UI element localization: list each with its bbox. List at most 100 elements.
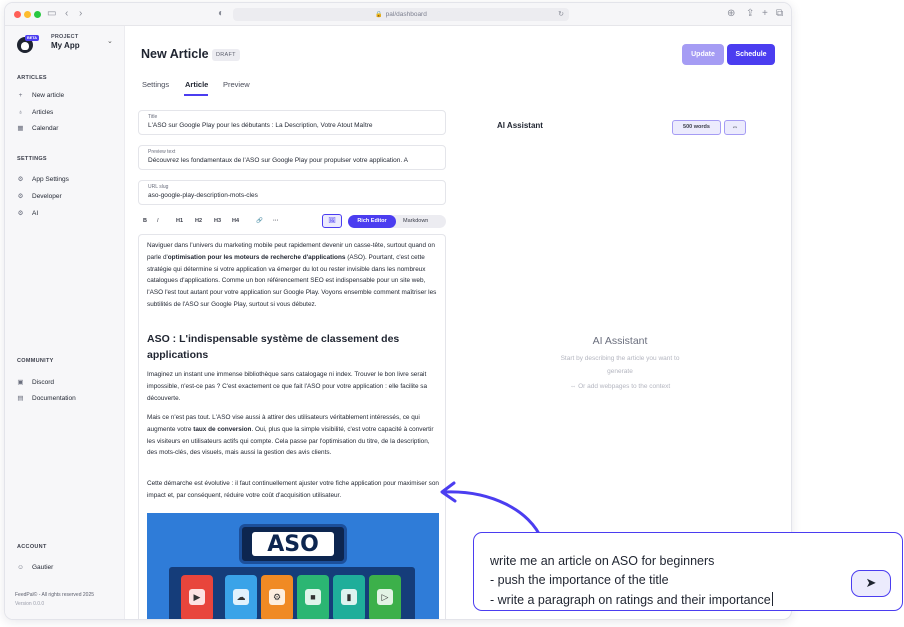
tab-article[interactable]: Article bbox=[185, 80, 208, 89]
lock-icon: 🔒 bbox=[375, 12, 383, 18]
editor-mode-toggle[interactable]: Rich Editor Markdown bbox=[348, 215, 446, 228]
bulb-icon: ♁ bbox=[18, 108, 23, 116]
address-bar[interactable]: 🔒 pal/dashboard ↻ bbox=[233, 8, 569, 21]
maximize-window-button[interactable] bbox=[34, 11, 41, 18]
sidebar-item-label: Developer bbox=[32, 192, 62, 200]
sidebar: BETA PROJECT My App ⌄ ARTICLES + New art… bbox=[5, 26, 125, 619]
sidebar-item-label: New article bbox=[32, 91, 65, 99]
bold-button[interactable]: B bbox=[143, 218, 147, 224]
active-tab-indicator bbox=[184, 94, 208, 96]
discord-icon: ▣ bbox=[17, 378, 24, 386]
forward-icon[interactable]: › bbox=[79, 8, 82, 20]
shield-icon[interactable]: ◐ bbox=[218, 8, 224, 20]
new-tab-icon[interactable]: + bbox=[762, 8, 768, 20]
minimize-window-button[interactable] bbox=[24, 11, 31, 18]
sidebar-item-calendar[interactable]: ▦ Calendar bbox=[17, 122, 58, 134]
title-field-value[interactable]: L'ASO sur Google Play pour les débutants… bbox=[148, 122, 442, 129]
link-icon[interactable]: 🔗 bbox=[256, 218, 263, 224]
download-icon[interactable]: ⊕ bbox=[727, 8, 735, 20]
version-text: Version 0.0.0 bbox=[15, 601, 45, 607]
schedule-button[interactable]: Schedule bbox=[727, 44, 775, 65]
project-name[interactable]: My App bbox=[51, 41, 80, 50]
sidebar-item-label: Articles bbox=[32, 108, 54, 116]
markdown-option[interactable]: Markdown bbox=[403, 215, 428, 228]
more-icon[interactable]: ··· bbox=[273, 218, 279, 224]
settings-app-icon: ⚙ bbox=[261, 575, 293, 619]
preview-text-field[interactable]: Preview text Découvrez les fondamentaux … bbox=[138, 145, 446, 170]
sidebar-item-discord[interactable]: ▣ Discord bbox=[17, 376, 54, 388]
close-window-button[interactable] bbox=[14, 11, 21, 18]
ai-assistant-title: AI Assistant bbox=[497, 121, 543, 130]
h2-button[interactable]: H2 bbox=[195, 218, 202, 224]
browser-toolbar: ▭ ‹ › ◐ 🔒 pal/dashboard ↻ ⊕ ⇪ + ⧉ bbox=[5, 3, 791, 26]
prompt-line: - write a paragraph on ratings and their… bbox=[490, 592, 773, 607]
url-slug-field[interactable]: URL slug aso-google-play-description-mot… bbox=[138, 180, 446, 205]
italic-button[interactable]: I bbox=[157, 218, 159, 224]
sidebar-item-label: Documentation bbox=[32, 394, 76, 402]
h1-button[interactable]: H1 bbox=[176, 218, 183, 224]
sidebar-item-app-settings[interactable]: ⚙ App Settings bbox=[17, 173, 69, 185]
update-button[interactable]: Update bbox=[682, 44, 724, 65]
send-button[interactable]: ➤ bbox=[851, 570, 891, 597]
rich-editor-option[interactable]: Rich Editor bbox=[348, 215, 396, 228]
sidebar-item-ai[interactable]: ⚙ AI bbox=[17, 207, 39, 219]
url-slug-value[interactable]: aso-google-play-description-mots-cles bbox=[148, 192, 442, 199]
url-text: pal/dashboard bbox=[385, 11, 427, 18]
ai-empty-subtitle: Start by describing the article you want… bbox=[560, 355, 680, 375]
sidebar-item-articles[interactable]: ♁ Articles bbox=[17, 106, 53, 118]
share-icon[interactable]: ⇪ bbox=[746, 8, 754, 20]
project-label: PROJECT bbox=[51, 34, 79, 40]
gear-icon: ⚙ bbox=[17, 175, 24, 183]
tab-preview[interactable]: Preview bbox=[223, 80, 250, 89]
reload-icon[interactable]: ↻ bbox=[558, 8, 564, 21]
image-icon[interactable]: 🖼 bbox=[322, 214, 342, 228]
section-title-articles: ARTICLES bbox=[17, 75, 47, 81]
aso-sign-text: ASO bbox=[252, 532, 334, 557]
back-icon[interactable]: ‹ bbox=[65, 8, 68, 20]
heading-2: ASO : L'indispensable système de classem… bbox=[147, 333, 400, 361]
sidebar-item-label: App Settings bbox=[32, 175, 69, 183]
bold-text: optimisation pour les moteurs de recherc… bbox=[167, 253, 346, 261]
word-count-button[interactable]: 500 words bbox=[672, 120, 721, 135]
prompt-input[interactable]: write me an article on ASO for beginners… bbox=[473, 532, 903, 611]
bold-text: taux de conversion bbox=[193, 425, 252, 433]
video-app-icon: ▶ bbox=[181, 575, 213, 619]
status-badge: DRAFT bbox=[212, 49, 240, 61]
context-link-icon[interactable]: ⇔ bbox=[724, 120, 746, 135]
play-app-icon: ▷ bbox=[369, 575, 401, 619]
sidebar-item-developer[interactable]: ⚙ Developer bbox=[17, 190, 62, 202]
copyright-text: FeedPal© - All rights reserved 2025 bbox=[15, 592, 95, 598]
gear-icon: ⚙ bbox=[17, 192, 24, 200]
aso-illustration[interactable]: ASO ▶ ☁ ⚙ ■ ▮ ▷ bbox=[147, 513, 439, 619]
chevron-down-icon[interactable]: ⌄ bbox=[107, 37, 113, 45]
section-title-settings: SETTINGS bbox=[17, 156, 47, 162]
sidebar-item-new-article[interactable]: + New article bbox=[17, 89, 65, 101]
gear-icon: ⚙ bbox=[17, 209, 24, 217]
sidebar-item-documentation[interactable]: ▤ Documentation bbox=[17, 392, 76, 404]
text-caret bbox=[771, 592, 773, 606]
sidebar-item-account[interactable]: ☺ Gautier bbox=[17, 561, 53, 573]
sidebar-toggle-icon[interactable]: ▭ bbox=[47, 8, 56, 20]
url-slug-label: URL slug bbox=[148, 184, 169, 190]
add-webpages-link[interactable]: ⇔ Or add webpages to the context bbox=[545, 383, 695, 390]
article-editor[interactable]: Naviguer dans l'univers du marketing mob… bbox=[138, 234, 446, 619]
h3-button[interactable]: H3 bbox=[214, 218, 221, 224]
book-app-icon: ▮ bbox=[333, 575, 365, 619]
prompt-line: - push the importance of the title bbox=[490, 573, 669, 587]
section-title-community: COMMUNITY bbox=[17, 358, 54, 364]
sidebar-item-label: Gautier bbox=[32, 563, 54, 571]
paragraph: Cette démarche est évolutive : il faut c… bbox=[147, 480, 439, 499]
cloud-app-icon: ☁ bbox=[225, 575, 257, 619]
page-title: New Article bbox=[141, 47, 209, 61]
tabs-overview-icon[interactable]: ⧉ bbox=[776, 8, 783, 20]
doc-icon: ▤ bbox=[17, 394, 24, 402]
prompt-line: write me an article on ASO for beginners bbox=[490, 554, 715, 568]
project-avatar[interactable]: BETA bbox=[17, 35, 40, 53]
ai-empty-title: AI Assistant bbox=[592, 335, 648, 347]
sidebar-item-label: Discord bbox=[32, 378, 55, 386]
h4-button[interactable]: H4 bbox=[232, 218, 239, 224]
preview-text-value[interactable]: Découvrez les fondamentaux de l'ASO sur … bbox=[148, 157, 442, 164]
title-field[interactable]: Title L'ASO sur Google Play pour les déb… bbox=[138, 110, 446, 135]
browser-window: ▭ ‹ › ◐ 🔒 pal/dashboard ↻ ⊕ ⇪ + ⧉ BETA PR… bbox=[4, 2, 792, 620]
tab-settings[interactable]: Settings bbox=[142, 80, 169, 89]
